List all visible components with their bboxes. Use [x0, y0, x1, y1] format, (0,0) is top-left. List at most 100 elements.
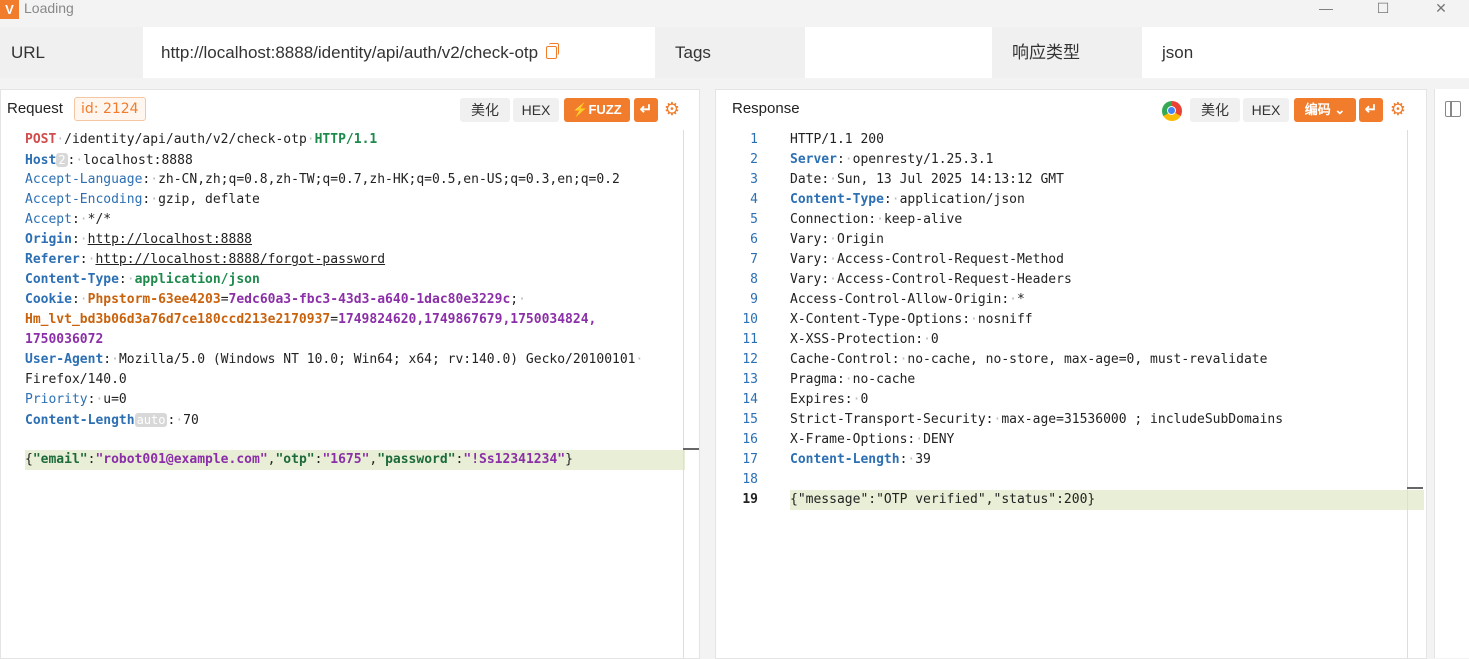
response-type-label: 响应类型 [1012, 43, 1080, 62]
auto-badge: auto [134, 413, 168, 427]
header-value: max-age=31536000 ; includeSubDomains [1001, 412, 1284, 427]
response-line: {"message":"OTP verified","status":200} [790, 490, 1424, 510]
url-value-cell[interactable]: http://localhost:8888/identity/api/auth/… [143, 27, 655, 78]
header-value: Access-Control-Request-Method [836, 252, 1064, 267]
header-value: keep-alive [883, 212, 963, 227]
header-value: */* [87, 212, 112, 227]
title-bar: V Loading — ☐ ✕ [0, 0, 1469, 22]
line-number: 3 [750, 172, 758, 187]
header-key: Vary [790, 232, 822, 247]
header-key: Date [790, 172, 822, 187]
window-title: Loading [24, 0, 74, 16]
request-editor[interactable]: POST·/identity/api/auth/v2/check-otp·HTT… [25, 130, 685, 470]
status-line: HTTP/1.1 200 [790, 132, 884, 147]
minimize-icon[interactable]: — [1306, 0, 1346, 18]
close-icon[interactable]: ✕ [1421, 0, 1461, 18]
tags-label-cell: Tags [655, 27, 805, 78]
line-number: 15 [742, 412, 758, 427]
header-key: Connection [790, 212, 869, 227]
fuzz-button[interactable]: ⚡FUZZ [564, 98, 630, 122]
chrome-icon[interactable] [1162, 101, 1182, 121]
response-line: Connection:·keep-alive [790, 212, 963, 227]
beautify-button[interactable]: 美化 [460, 98, 510, 122]
response-line: X-Content-Type-Options:·nosniff [790, 312, 1033, 327]
header-key: Accept-Encoding [25, 192, 143, 207]
header-value: no-cache, no-store, max-age=0, must-reva… [907, 352, 1268, 367]
response-line: HTTP/1.1 200 [790, 130, 1424, 150]
header-value: localhost:8888 [83, 153, 193, 168]
chevron-down-icon: ⌄ [1334, 102, 1346, 117]
header-value: Access-Control-Request-Headers [836, 272, 1072, 287]
response-line: Date:·Sun, 13 Jul 2025 14:13:12 GMT [790, 172, 1064, 187]
header-value: application/json [899, 192, 1025, 207]
header-value: no-cache [852, 372, 916, 387]
header-key: Cookie [25, 292, 72, 307]
gear-icon[interactable]: ⚙ [663, 100, 681, 118]
cookie-name: Hm_lvt_bd3b06d3a76d7ce180ccd213e2170937 [25, 312, 331, 327]
line-number: 11 [742, 332, 758, 347]
header-value: 39 [915, 452, 931, 467]
header-value: Firefox/140.0 [25, 372, 127, 387]
request-title: Request [7, 100, 63, 117]
encoding-dropdown[interactable]: 编码 ⌄ [1294, 98, 1356, 122]
tags-label: Tags [675, 43, 711, 62]
header-key: Accept [25, 212, 72, 227]
response-editor[interactable]: HTTP/1.1 200 Server:·openresty/1.25.3.1 Da… [790, 130, 1424, 510]
line-number: 7 [750, 252, 758, 267]
header-key: Expires [790, 392, 845, 407]
header-key: Access-Control-Allow-Origin [790, 292, 1002, 307]
request-id-badge: id: 2124 [74, 97, 146, 121]
header-value: * [1016, 292, 1025, 307]
header-value: Mozilla/5.0 (Windows NT 10.0; Win64; x64… [118, 352, 636, 367]
beautify-button[interactable]: 美化 [1190, 98, 1240, 122]
response-body: {"message":"OTP verified","status":200} [790, 492, 1096, 507]
response-line: Strict-Transport-Security:·max-age=31536… [790, 412, 1284, 427]
header-key: User-Agent [25, 352, 104, 367]
header-value: nosniff [977, 312, 1033, 327]
url-value[interactable]: http://localhost:8888/identity/api/auth/… [143, 43, 538, 62]
response-line: Server:·openresty/1.25.3.1 [790, 152, 994, 167]
send-enter-icon[interactable]: ↵ [634, 98, 658, 122]
request-version: HTTP/1.1 [314, 132, 378, 147]
response-line: Vary:·Access-Control-Request-Method [790, 252, 1064, 267]
response-line [790, 470, 1424, 490]
header-key: Host [25, 153, 57, 168]
url-label-cell: URL [0, 27, 143, 78]
copy-icon[interactable] [546, 43, 560, 59]
side-panel-toggle[interactable] [1434, 89, 1469, 658]
header-key: Content-Type [790, 192, 884, 207]
header-key: Pragma [790, 372, 837, 387]
line-number: 1 [750, 132, 758, 147]
line-number: 5 [750, 212, 758, 227]
header-value: openresty/1.25.3.1 [852, 152, 994, 167]
encoding-label: 编码 [1304, 102, 1331, 117]
header-key: Cache-Control [790, 352, 892, 367]
header-value: application/json [134, 272, 260, 287]
maximize-icon[interactable]: ☐ [1363, 0, 1403, 18]
line-number: 13 [742, 372, 758, 387]
tags-value[interactable] [805, 27, 992, 78]
body-password: !Ss12341234 [471, 452, 558, 467]
header-key: Origin [25, 232, 72, 247]
header-key: Content-Type [25, 272, 119, 287]
response-scrollbar[interactable] [1407, 130, 1408, 658]
line-number: 14 [742, 392, 758, 407]
origin-link[interactable]: http://localhost:8888 [88, 232, 252, 247]
cookie-value: 1750036072 [25, 332, 104, 347]
response-line: Vary:·Access-Control-Request-Headers [790, 272, 1072, 287]
header-key: Referer [25, 252, 80, 267]
header-value: 0 [930, 332, 939, 347]
gear-icon[interactable]: ⚙ [1389, 100, 1407, 118]
hex-button[interactable]: HEX [1243, 98, 1289, 122]
info-bar: URL http://localhost:8888/identity/api/a… [0, 27, 1469, 78]
send-enter-icon[interactable]: ↵ [1359, 98, 1383, 122]
header-value: zh-CN,zh;q=0.8,zh-TW;q=0.7,zh-HK;q=0.5,e… [158, 172, 620, 187]
response-line: X-XSS-Protection:·0 [790, 332, 939, 347]
request-scrollbar[interactable] [683, 130, 684, 658]
hex-button[interactable]: HEX [513, 98, 559, 122]
sidebar-toggle-icon [1445, 101, 1461, 117]
response-type-value: json [1162, 43, 1194, 62]
line-number: 4 [750, 192, 758, 207]
cookie-value: 1749824620,1749867679,1750034824, [338, 312, 597, 327]
referer-link[interactable]: http://localhost:8888/forgot-password [95, 252, 385, 267]
